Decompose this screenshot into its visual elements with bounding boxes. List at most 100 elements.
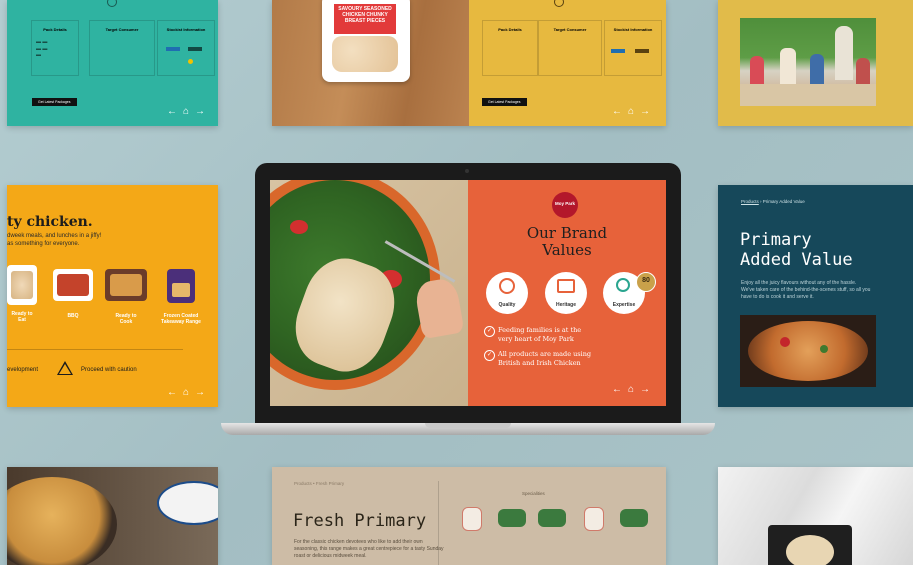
product-label: Ready to Cook — [115, 313, 137, 325]
check-icon — [107, 0, 117, 7]
ribbon-icon — [499, 278, 515, 294]
value-label: Expertise — [612, 302, 636, 308]
prev-arrow-icon[interactable]: ← — [612, 384, 628, 395]
column-title: Stockist Information — [166, 27, 206, 32]
product-frozen-coated[interactable] — [167, 269, 195, 303]
slide-top-left[interactable]: Pack Details ▬ ▬ ▬ ▬ ▬ Target Consumer Sto… — [7, 0, 218, 126]
column-title: Stockist Information — [613, 27, 653, 32]
target-consumer-column: Target Consumer — [89, 20, 155, 76]
book-icon — [557, 279, 575, 293]
next-arrow-icon[interactable]: → — [640, 384, 656, 395]
chicken-pack: SAVOURY SEASONED CHICKEN CHUNKY BREAST P… — [322, 0, 410, 82]
slide-title: Added Value — [740, 250, 853, 270]
slide-nav[interactable]: ←⌂→ — [612, 384, 656, 395]
vertical-divider — [438, 481, 439, 565]
statement-line: very heart of Moy Park — [498, 335, 574, 343]
home-icon[interactable]: ⌂ — [183, 387, 195, 398]
breadcrumb-current: Primary Added Value — [762, 199, 805, 204]
next-arrow-icon[interactable]: → — [195, 387, 211, 398]
anniversary-badge: 80 — [636, 272, 656, 292]
pack-label: SAVOURY SEASONED CHICKEN CHUNKY BREAST P… — [334, 4, 396, 34]
pack-thumbnail[interactable] — [498, 509, 526, 527]
logo-text: Moy Park — [554, 201, 575, 206]
next-arrow-icon[interactable]: → — [640, 106, 656, 117]
statement-line: British and Irish Chicken — [498, 359, 581, 367]
slide-nav[interactable]: ←⌂→ — [612, 106, 656, 117]
slide-nav[interactable]: ←⌂→ — [167, 106, 211, 117]
get-packages-button[interactable]: Get Latest Packages — [482, 98, 527, 106]
stockist-logo — [635, 49, 649, 53]
brand-values-panel: Moy Park Our Brand Values Quality Herita… — [468, 180, 666, 406]
laptop-screen[interactable]: Moy Park Our Brand Values Quality Herita… — [270, 180, 666, 406]
statement-line: Feeding families is at the — [498, 326, 582, 334]
stockist-column: Stockist Information — [157, 20, 215, 76]
development-label: evelopment — [7, 367, 39, 373]
hand — [413, 276, 465, 340]
stockist-logo — [611, 49, 625, 53]
slide-bottom-left[interactable] — [7, 467, 218, 565]
slide-top-center[interactable]: SAVOURY SEASONED CHICKEN CHUNKY BREAST P… — [272, 0, 666, 126]
slide-bottom-right[interactable] — [718, 467, 913, 565]
wood-photo: SAVOURY SEASONED CHICKEN CHUNKY BREAST P… — [272, 0, 469, 126]
slide-subtitle: dweek meals, and lunches in a jiffy! — [7, 233, 102, 239]
check-icon — [554, 0, 564, 7]
stockist-column: Stockist Information — [604, 20, 662, 76]
home-icon[interactable]: ⌂ — [183, 106, 195, 117]
column-title: Pack Details — [498, 27, 522, 32]
product-label: Ready to Eat — [11, 311, 33, 323]
caution-label: Proceed with caution — [81, 367, 137, 373]
salad-photo — [270, 180, 468, 406]
next-arrow-icon[interactable]: → — [195, 106, 211, 117]
section-label: Specialities — [522, 491, 545, 496]
column-title: Target Consumer — [105, 27, 139, 32]
whole-chicken-pack — [768, 525, 852, 565]
product-bbq[interactable] — [53, 269, 93, 301]
column-title: Pack Details — [43, 27, 67, 32]
product-ready-to-eat[interactable] — [7, 265, 37, 305]
bowl — [157, 481, 218, 525]
tomato — [290, 220, 308, 234]
fries-bowl — [7, 477, 117, 565]
column-title: Target Consumer — [553, 27, 587, 32]
breadcrumb-link[interactable]: Products — [741, 199, 759, 204]
chicken-pieces — [332, 36, 398, 72]
pack-thumbnail[interactable] — [462, 507, 482, 531]
slide-top-right[interactable] — [718, 0, 913, 126]
slide-title: Primary — [740, 230, 812, 250]
food-photo — [740, 315, 876, 387]
prev-arrow-icon[interactable]: ← — [612, 106, 628, 117]
get-packages-button[interactable]: Get Latest Packages — [32, 98, 77, 106]
pack-thumbnail[interactable] — [538, 509, 566, 527]
divider — [7, 349, 183, 350]
value-label: Heritage — [555, 302, 576, 308]
laptop-notch — [425, 423, 511, 428]
stockist-logo — [188, 59, 193, 64]
slide-bottom-fresh[interactable]: Products • Fresh Primary Fresh Primary F… — [272, 467, 666, 565]
value-badge-heritage[interactable]: Heritage — [545, 272, 587, 314]
slide-nav[interactable]: ←⌂→ — [167, 387, 211, 398]
value-label: Quality — [498, 302, 516, 308]
slide-description: Enjoy all the juicy flavours without any… — [741, 280, 871, 300]
moy-park-logo: Moy Park — [552, 192, 578, 218]
stockist-logo — [166, 47, 180, 51]
home-icon[interactable]: ⌂ — [628, 106, 640, 117]
check-circle-icon: ✓ — [484, 350, 495, 361]
prev-arrow-icon[interactable]: ← — [167, 106, 183, 117]
camera — [465, 169, 469, 173]
magnifier-icon — [616, 278, 630, 292]
check-circle-icon: ✓ — [484, 326, 495, 337]
pack-thumbnail[interactable] — [584, 507, 604, 531]
slide-title: Our Brand — [526, 224, 608, 242]
pack-details-column: Pack Details — [482, 20, 538, 76]
product-ready-to-cook[interactable] — [105, 269, 147, 301]
target-consumer-column: Target Consumer — [538, 20, 602, 76]
value-badge-quality[interactable]: Quality — [486, 272, 528, 314]
slide-title: Fresh Primary — [293, 511, 427, 531]
pack-thumbnail[interactable] — [620, 509, 648, 527]
slide-right-primary[interactable]: Products › Primary Added Value Primary A… — [718, 185, 913, 407]
slide-subtitle: as something for everyone. — [7, 241, 80, 247]
prev-arrow-icon[interactable]: ← — [167, 387, 183, 398]
slide-left-range[interactable]: ty chicken. dweek meals, and lunches in … — [7, 185, 218, 407]
home-icon[interactable]: ⌂ — [628, 384, 640, 395]
stockist-logo — [188, 47, 202, 51]
